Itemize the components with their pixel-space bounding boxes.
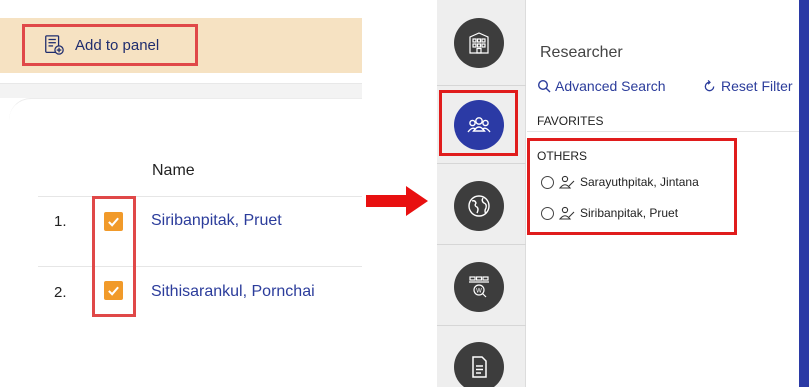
row-divider	[38, 196, 362, 197]
right-arrow-icon	[366, 186, 428, 216]
radio-button[interactable]	[541, 175, 554, 189]
nav-divider	[437, 163, 526, 164]
nav-web-search[interactable]: W	[454, 262, 504, 312]
building-icon	[469, 32, 489, 54]
person-icon	[559, 206, 575, 220]
refresh-icon	[704, 79, 715, 91]
search-icon	[537, 79, 551, 93]
radio-button[interactable]	[541, 206, 554, 220]
advanced-search-label: Advanced Search	[555, 78, 666, 94]
nav-divider	[437, 325, 526, 326]
person-icon	[559, 175, 575, 189]
panel-view: W Researcher Advanced Search Reset Filte…	[437, 0, 809, 387]
reset-filter-label: Reset Filter	[721, 78, 793, 94]
document-icon	[472, 356, 487, 378]
list-item[interactable]: Siribanpitak, Pruet	[541, 206, 678, 220]
reset-filter-link[interactable]: Reset Filter	[703, 78, 793, 94]
nav-divider	[437, 85, 526, 86]
researcher-link[interactable]: Sithisarankul, Pornchai	[151, 283, 315, 301]
researcher-name: Siribanpitak, Pruet	[580, 206, 679, 220]
section-gap	[0, 84, 362, 98]
row-number: 2.	[54, 284, 67, 301]
row-divider	[38, 266, 362, 267]
globe-icon	[468, 195, 490, 217]
nav-documents[interactable]	[454, 342, 504, 387]
add-to-panel-label: Add to panel	[75, 36, 160, 54]
row-number: 1.	[54, 213, 67, 230]
panel-title: Researcher	[540, 44, 623, 61]
checkbox-highlight	[92, 196, 136, 317]
list-item[interactable]: Sarayuthpitak, Jintana	[541, 175, 699, 189]
side-panel-edge	[799, 0, 809, 387]
column-header-name: Name	[152, 162, 195, 179]
svg-text:W: W	[476, 288, 482, 295]
researcher-link[interactable]: Siribanpitak, Pruet	[151, 212, 282, 230]
researcher-panel: Researcher Advanced Search Reset Filter …	[527, 0, 799, 387]
favorites-heading: FAVORITES	[537, 114, 604, 128]
nav-global[interactable]	[454, 181, 504, 231]
advanced-search-link[interactable]: Advanced Search	[537, 78, 666, 94]
nav-organization[interactable]	[454, 18, 504, 68]
add-to-panel-icon	[45, 35, 64, 55]
nav-rail: W	[437, 0, 526, 387]
results-panel: Add to panel Name 1. Siribanpitak, Pruet…	[0, 0, 362, 387]
results-card	[9, 98, 362, 387]
others-heading: OTHERS	[537, 149, 588, 163]
researcher-name: Sarayuthpitak, Jintana	[580, 175, 699, 189]
nav-divider	[437, 244, 526, 245]
nav-highlight	[439, 90, 518, 156]
web-search-icon: W	[469, 276, 489, 298]
add-to-panel-button[interactable]: Add to panel	[22, 24, 198, 66]
section-divider	[527, 131, 799, 132]
